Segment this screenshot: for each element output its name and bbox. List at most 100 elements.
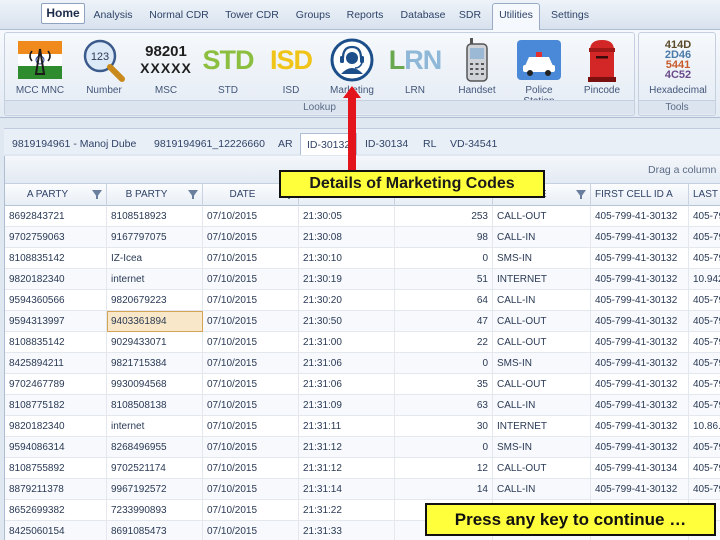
menu-tab-normal-cdr[interactable]: Normal CDR [143,4,215,28]
table-row[interactable]: 8108835142 9029433071 07/10/2015 21:31:00 22… [5,332,720,353]
handset-button[interactable]: Handset [446,35,508,96]
table-cell[interactable]: 9820182340 [5,269,107,290]
table-cell[interactable]: 51 [395,269,493,290]
table-cell[interactable]: 8425894211 [5,353,107,374]
table-cell[interactable]: 47 [395,311,493,332]
table-cell[interactable]: 9820679223 [107,290,203,311]
table-cell[interactable]: 405-799-41-30132 [591,311,689,332]
table-cell[interactable]: 21:31:06 [299,353,395,374]
table-cell[interactable]: 14 [395,479,493,500]
table-cell[interactable]: 07/10/2015 [203,458,299,479]
table-cell[interactable]: 405-799-41-30132 [591,269,689,290]
table-cell[interactable]: 0 [395,353,493,374]
table-cell[interactable]: 405-799-41-30132 [591,227,689,248]
table-cell[interactable]: 9167797075 [107,227,203,248]
table-cell[interactable]: CALL-IN [493,395,591,416]
table-cell[interactable]: 9820182340 [5,416,107,437]
table-cell[interactable]: 405-79 [689,353,720,374]
table-cell[interactable]: 405-799-41-30132 [591,395,689,416]
table-cell[interactable]: 405-79 [689,458,720,479]
table-cell[interactable]: 21:31:12 [299,437,395,458]
table-cell[interactable]: 07/10/2015 [203,248,299,269]
table-cell[interactable]: 405-799-41-30132 [591,437,689,458]
table-cell[interactable]: 8108835142 [5,248,107,269]
doc-tab-id-30134[interactable]: ID-30134 [365,133,408,155]
doc-tab-manoj-dube[interactable]: 9819194961 - Manoj Dube [12,133,136,155]
table-cell[interactable]: 405-79 [689,290,720,311]
isd-button[interactable]: ISD ISD [260,35,322,97]
table-row[interactable]: 8879211378 9967192572 07/10/2015 21:31:14 14… [5,479,720,500]
table-cell[interactable]: 07/10/2015 [203,353,299,374]
table-cell[interactable]: 8108835142 [5,332,107,353]
table-cell[interactable]: 9029433071 [107,332,203,353]
table-cell[interactable]: 21:30:50 [299,311,395,332]
table-cell[interactable]: 9821715384 [107,353,203,374]
table-cell[interactable]: 21:31:33 [299,521,395,540]
table-cell[interactable]: 9594313997 [5,311,107,332]
table-cell[interactable]: 07/10/2015 [203,521,299,540]
menu-tab-reports[interactable]: Reports [341,4,389,28]
menu-tab-utilities[interactable]: Utilities [492,3,540,30]
table-cell[interactable]: CALL-OUT [493,206,591,227]
doc-tab-rl[interactable]: RL [423,133,436,155]
doc-tab-ar[interactable]: AR [278,133,293,155]
table-cell[interactable]: 8425060154 [5,521,107,540]
column-header-9[interactable]: LAST C [689,184,720,206]
table-cell[interactable]: 21:30:10 [299,248,395,269]
table-cell[interactable]: 405-799-41-30132 [591,248,689,269]
table-row[interactable]: 8108835142 IZ-Icea 07/10/2015 21:30:10 0 SMS-… [5,248,720,269]
table-cell[interactable]: 07/10/2015 [203,479,299,500]
table-cell[interactable]: CALL-OUT [493,374,591,395]
table-cell[interactable]: 405-799-41-30132 [591,290,689,311]
table-cell[interactable]: 0 [395,437,493,458]
table-cell[interactable]: 405-79 [689,437,720,458]
table-cell[interactable]: 8691085473 [107,521,203,540]
table-cell[interactable]: CALL-OUT [493,311,591,332]
table-cell[interactable]: 9930094568 [107,374,203,395]
table-cell[interactable]: 21:31:22 [299,500,395,521]
table-row[interactable]: 9820182340 internet 07/10/2015 21:31:11 30 IN… [5,416,720,437]
menu-tab-analysis[interactable]: Analysis [89,4,137,28]
table-cell[interactable]: 07/10/2015 [203,227,299,248]
pincode-button[interactable]: Pincode [571,35,633,96]
table-row[interactable]: 9594086314 8268496955 07/10/2015 21:31:12 0 S… [5,437,720,458]
table-cell[interactable]: 21:31:14 [299,479,395,500]
table-cell[interactable]: 21:31:06 [299,374,395,395]
table-cell[interactable]: CALL-IN [493,290,591,311]
table-row[interactable]: 9594360566 9820679223 07/10/2015 21:30:20 64… [5,290,720,311]
table-cell[interactable]: 8108755892 [5,458,107,479]
table-cell[interactable]: 405-799-41-30132 [591,332,689,353]
filter-icon[interactable] [188,190,198,199]
table-cell[interactable]: 21:31:00 [299,332,395,353]
table-cell[interactable]: 8108518923 [107,206,203,227]
table-cell[interactable]: 405-79 [689,227,720,248]
number-button[interactable]: 123 Number [73,35,135,96]
table-cell[interactable]: 12 [395,458,493,479]
table-cell[interactable]: 21:31:12 [299,458,395,479]
filter-icon[interactable] [92,190,102,199]
table-cell[interactable]: 405-79 [689,248,720,269]
column-header-8[interactable]: FIRST CELL ID A [591,184,689,206]
table-cell[interactable]: 8268496955 [107,437,203,458]
table-cell[interactable]: 63 [395,395,493,416]
menu-tab-home[interactable]: Home [41,3,85,24]
table-cell[interactable]: 8652699382 [5,500,107,521]
table-cell[interactable]: 7233990893 [107,500,203,521]
table-cell[interactable]: 07/10/2015 [203,500,299,521]
doc-tab-vd-34541[interactable]: VD-34541 [450,133,497,155]
table-cell[interactable]: 405-799-41-30132 [591,416,689,437]
table-cell[interactable]: 405-79 [689,395,720,416]
table-cell[interactable]: SMS-IN [493,248,591,269]
table-cell[interactable]: 64 [395,290,493,311]
table-cell[interactable]: SMS-IN [493,353,591,374]
table-cell[interactable]: 405-799-41-30134 [591,458,689,479]
table-cell[interactable]: 30 [395,416,493,437]
table-cell[interactable]: 10.942 [689,269,720,290]
table-cell[interactable]: internet [107,416,203,437]
table-cell[interactable]: 07/10/2015 [203,269,299,290]
table-cell[interactable]: 405-79 [689,374,720,395]
table-cell[interactable]: 07/10/2015 [203,311,299,332]
table-cell[interactable]: 405-79 [689,206,720,227]
table-cell[interactable]: CALL-OUT [493,332,591,353]
table-cell[interactable]: 0 [395,248,493,269]
